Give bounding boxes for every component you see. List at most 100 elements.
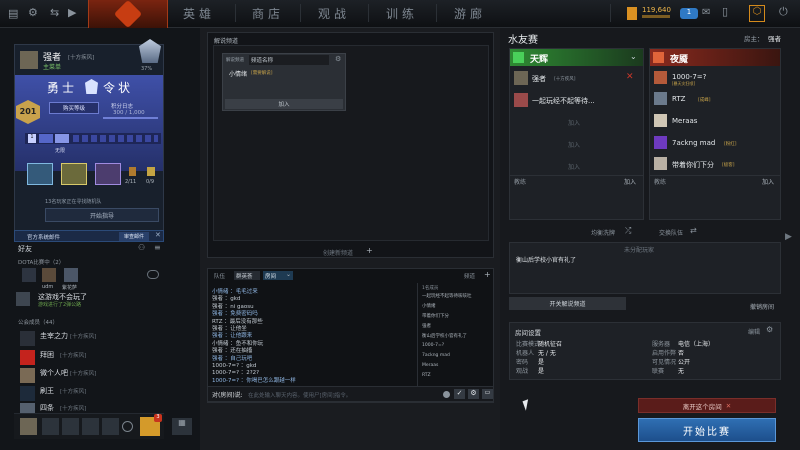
- abandon-room-link[interactable]: 撤销房间: [750, 302, 774, 311]
- room-settings-gear-icon[interactable]: ⚙: [766, 325, 773, 334]
- edit-settings-link[interactable]: 编辑: [748, 327, 760, 336]
- player-avatar[interactable]: [654, 114, 667, 127]
- dire-player-4-name[interactable]: 7ackng mad: [672, 139, 715, 147]
- reward-item-3[interactable]: [95, 163, 121, 185]
- reward-item-2[interactable]: [61, 163, 87, 185]
- mini-avatar-3[interactable]: [64, 268, 78, 282]
- player-avatar[interactable]: [654, 157, 667, 170]
- radiant-player-1-name[interactable]: 强者: [532, 74, 546, 84]
- chat-tab-guild[interactable]: 群英荟: [234, 271, 260, 280]
- friend-row[interactable]: 四条 [十方疾风]: [0, 401, 200, 413]
- channel-settings-icon[interactable]: ⚙: [335, 55, 341, 63]
- chat-member[interactable]: Meraas: [422, 363, 438, 368]
- new-channel-plus-icon[interactable]: +: [484, 270, 491, 279]
- review-mail-button[interactable]: 审查邮件: [119, 232, 149, 241]
- chat-member[interactable]: 小情绪: [422, 303, 436, 309]
- swap-icon[interactable]: ⇄: [690, 226, 697, 235]
- friends-group-guild[interactable]: 公会成员（44）: [18, 318, 58, 326]
- party-slot-3[interactable]: [82, 418, 99, 435]
- close-icon[interactable]: ✕: [155, 231, 161, 239]
- shuffle-icon[interactable]: ⤮: [625, 226, 631, 236]
- mini-avatar-2[interactable]: [42, 268, 56, 282]
- glasses-icon[interactable]: ▯: [722, 5, 728, 18]
- chat-member[interactable]: 带着你们下分: [422, 313, 449, 319]
- collapse-arrow-icon[interactable]: ▶: [785, 232, 792, 242]
- dire-player-1-name[interactable]: 1000-7=?: [672, 73, 706, 81]
- notification-badge[interactable]: 1: [680, 8, 698, 19]
- dire-player-5-name[interactable]: 带着你们下分: [672, 160, 714, 170]
- chat-member[interactable]: 衡山后学校小官有礼了: [422, 333, 467, 339]
- play-icon[interactable]: ▶: [68, 6, 76, 19]
- friend-row[interactable]: 圭宰之力 [十方疾风]: [0, 329, 200, 349]
- radiant-slot-4-join[interactable]: 加入: [568, 140, 580, 149]
- chat-member[interactable]: 7ackng mad: [422, 353, 450, 358]
- radiant-player-2-name[interactable]: 一起玩经不起等待...: [532, 96, 595, 106]
- radiant-slot-5-join[interactable]: 加入: [568, 162, 580, 171]
- chat-settings-icon[interactable]: ⚙: [468, 389, 479, 399]
- buy-level-button[interactable]: 购买等级: [49, 102, 99, 114]
- party-slot-1[interactable]: [42, 418, 59, 435]
- start-match-button[interactable]: 开始比赛: [638, 418, 776, 442]
- join-channel-button[interactable]: 加入: [225, 99, 343, 109]
- nav-tab-learn[interactable]: 训练: [386, 5, 418, 22]
- channel-name-field[interactable]: 频道名称: [249, 55, 329, 65]
- kick-icon[interactable]: ✕: [626, 72, 634, 82]
- chat-tab-close-icon[interactable]: ⌄: [286, 271, 291, 278]
- plus-icon[interactable]: ⬡: [749, 5, 765, 22]
- radiant-slot-3-join[interactable]: 加入: [568, 118, 580, 127]
- nav-tab-watch[interactable]: 观战: [318, 5, 350, 22]
- chat-member[interactable]: RTZ: [422, 373, 431, 378]
- player-avatar[interactable]: [654, 71, 667, 84]
- eye-icon[interactable]: [147, 270, 159, 279]
- settings-gear-icon[interactable]: ⚙: [28, 6, 38, 19]
- player-avatar[interactable]: [514, 93, 528, 107]
- nav-tab-store[interactable]: 商店: [252, 5, 284, 22]
- chat-menu-icon[interactable]: ▭: [482, 389, 493, 399]
- party-slot-2[interactable]: [62, 418, 79, 435]
- mini-avatar-1[interactable]: [22, 268, 36, 282]
- create-channel-label[interactable]: 创建新频道: [323, 248, 353, 257]
- chat-input[interactable]: 在此处输入聊天内容。使用尸[房间]指令。: [248, 391, 438, 399]
- player-avatar[interactable]: [514, 71, 528, 85]
- nav-tab-heroes[interactable]: 英雄: [183, 5, 215, 22]
- avatar[interactable]: [20, 51, 38, 69]
- send-check-icon[interactable]: ✓: [454, 389, 465, 399]
- reward-item-1[interactable]: [27, 163, 53, 185]
- dashboard-icon[interactable]: ▤: [8, 7, 18, 20]
- self-avatar[interactable]: [20, 418, 37, 435]
- dire-player-3-name[interactable]: Meraas: [672, 117, 697, 125]
- party-slot-4[interactable]: [102, 418, 119, 435]
- radiant-dropdown-icon[interactable]: ⌄: [630, 52, 637, 61]
- friends-group-ingame[interactable]: DOTA比赛中（2）: [18, 258, 64, 266]
- player-avatar[interactable]: [654, 92, 667, 105]
- chat-member[interactable]: 一起玩经不起等待咳咳吐: [422, 293, 472, 299]
- nav-tab-arcade[interactable]: 游廊: [454, 5, 486, 22]
- create-channel-plus-icon[interactable]: +: [366, 246, 373, 255]
- balance-shuffle-label[interactable]: 均衡洗牌: [591, 228, 615, 237]
- casters-channel-button[interactable]: 开关解说频道: [509, 297, 626, 310]
- add-friend-icon[interactable]: ⚇: [138, 243, 145, 252]
- sync-icon[interactable]: [122, 421, 133, 432]
- emoji-icon[interactable]: [443, 391, 450, 398]
- dire-coach-join[interactable]: 加入: [762, 177, 774, 186]
- friend-row[interactable]: 微个人吧 [十方疾风]: [0, 366, 200, 386]
- dire-player-2-name[interactable]: RTZ: [672, 95, 685, 103]
- power-icon[interactable]: ⏻: [779, 5, 788, 19]
- chat-member[interactable]: 1000-7=?: [422, 343, 444, 348]
- friend-avatar[interactable]: [16, 292, 30, 306]
- mail-icon[interactable]: ✉: [702, 7, 710, 18]
- friends-menu-icon[interactable]: ≡: [154, 243, 161, 252]
- chat-member[interactable]: 强者: [422, 323, 431, 329]
- swap-teams-label[interactable]: 交换队伍: [659, 228, 683, 237]
- dota-logo-home-button[interactable]: [88, 0, 168, 28]
- points-log-label[interactable]: 积分日志: [111, 102, 133, 110]
- start-guide-button[interactable]: 开始指导: [45, 208, 159, 222]
- chat-toggle-icon[interactable]: ▦: [172, 418, 192, 435]
- friend-row[interactable]: 这游戏不会玩了 游戏进行了2弹公路: [18, 292, 198, 308]
- unassigned-player[interactable]: 衡山后学校小官有礼了: [516, 255, 576, 264]
- friend-row[interactable]: 拜困 [十方疾风]: [0, 348, 200, 368]
- forward-icon[interactable]: ⇆: [50, 6, 59, 19]
- radiant-coach-join[interactable]: 加入: [624, 177, 636, 186]
- channel-tab[interactable]: 频道: [464, 272, 475, 280]
- chat-tab-team[interactable]: 队伍: [214, 272, 225, 280]
